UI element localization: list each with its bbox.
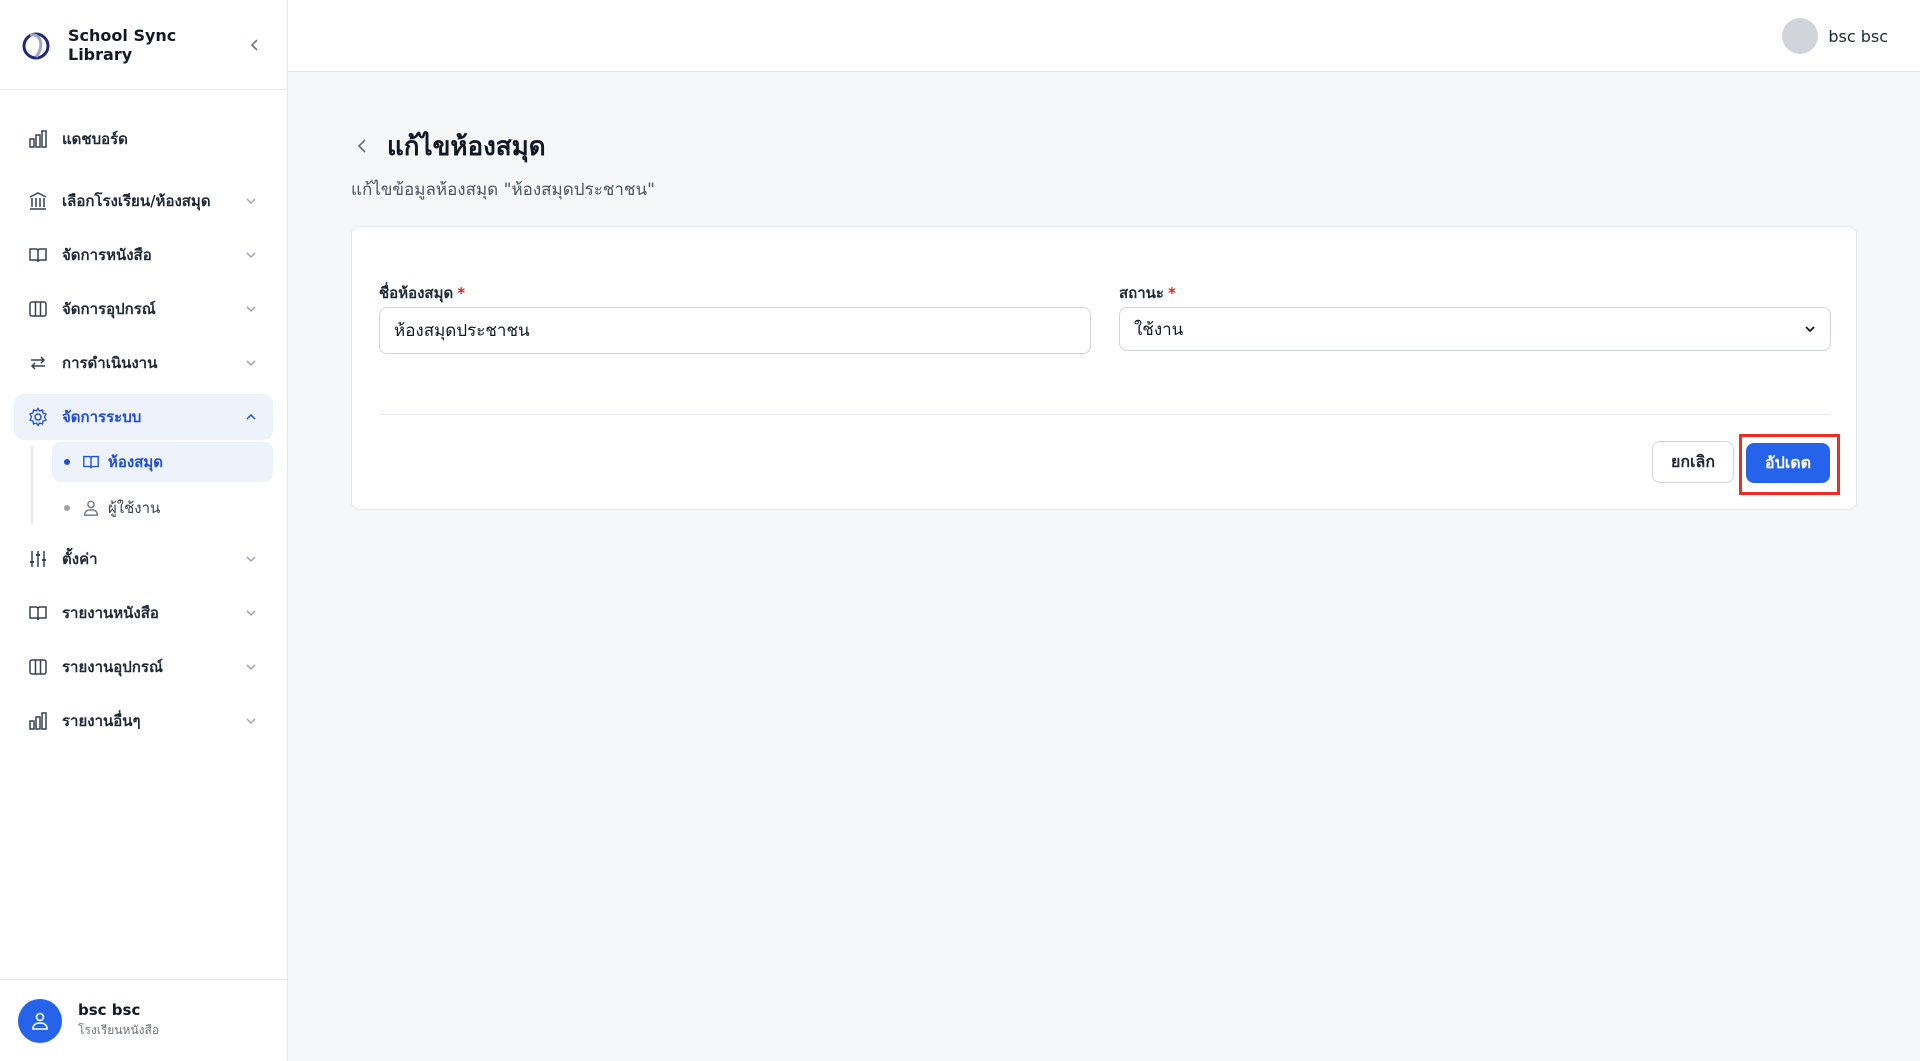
sidebar-item-label: รายงานหนังสือ	[62, 604, 159, 622]
book-open-icon	[82, 453, 100, 471]
book-open-icon	[28, 245, 48, 265]
sidebar-item-system-management[interactable]: จัดการระบบ	[14, 394, 273, 440]
sidebar-item-equipment-reports[interactable]: รายงานอุปกรณ์	[14, 644, 273, 690]
sidebar-item-label: รายงานอื่นๆ	[62, 712, 141, 730]
arrows-exchange-icon	[28, 353, 48, 373]
page-title: แก้ไขห้องสมุด	[387, 131, 546, 162]
sidebar-item-book-reports[interactable]: รายงานหนังสือ	[14, 590, 273, 636]
sidebar-user-profile[interactable]: bsc bsc โรงเรียนหนังสือ	[0, 979, 287, 1061]
sidebar-item-other-reports[interactable]: รายงานอื่นๆ	[14, 698, 273, 744]
brand-name: School Sync Library	[68, 25, 177, 64]
chevron-down-icon	[243, 713, 259, 729]
user-icon	[32, 1012, 48, 1030]
profile-name: bsc bsc	[78, 1001, 141, 1019]
chevron-down-icon	[243, 659, 259, 675]
status-label: สถานะ *	[1119, 284, 1176, 302]
system-management-subnav: ห้องสมุด ผู้ใช้งาน	[14, 442, 273, 528]
sidebar-item-label: การดำเนินงาน	[62, 354, 158, 372]
sidebar: School Sync Library แดชบอร์ด เลือกโรงเรี…	[0, 0, 288, 1061]
chevron-down-icon	[243, 193, 259, 209]
sidebar-item-dashboard[interactable]: แดชบอร์ด	[14, 116, 273, 162]
avatar	[1782, 18, 1819, 54]
avatar	[18, 998, 62, 1043]
sliders-icon	[28, 549, 48, 569]
building-icon	[28, 191, 48, 211]
sidebar-item-select-school[interactable]: เลือกโรงเรียน/ห้องสมุด	[14, 178, 273, 224]
chevron-left-icon	[357, 139, 366, 153]
sidebar-subitem-label: ผู้ใช้งาน	[108, 499, 161, 517]
status-select[interactable]: ใช้งาน	[1119, 307, 1831, 351]
sidebar-item-label: เลือกโรงเรียน/ห้องสมุด	[62, 192, 211, 210]
status-field: สถานะ * ใช้งาน	[1119, 281, 1831, 351]
sidebar-item-settings[interactable]: ตั้งค่า	[14, 536, 273, 582]
profile-organization: โรงเรียนหนังสือ	[78, 1023, 160, 1037]
required-mark: *	[1167, 284, 1176, 302]
sidebar-item-label: จัดการระบบ	[62, 408, 142, 426]
bar-chart-icon	[28, 711, 48, 731]
topbar: bsc bsc	[288, 0, 1920, 72]
user-name: bsc bsc	[1828, 26, 1888, 46]
chevron-down-icon	[243, 301, 259, 317]
form-divider	[379, 414, 1831, 415]
sidebar-item-manage-books[interactable]: จัดการหนังสือ	[14, 232, 273, 278]
page-subtitle: แก้ไขข้อมูลห้องสมุด "ห้องสมุดประชาชน"	[351, 180, 655, 200]
brand-logo	[22, 32, 50, 59]
chevron-down-icon	[243, 355, 259, 371]
library-name-input[interactable]: ห้องสมุดประชาชน	[379, 307, 1091, 354]
cancel-button[interactable]: ยกเลิก	[1652, 441, 1734, 483]
sidebar-item-manage-equipment[interactable]: จัดการอุปกรณ์	[14, 286, 273, 332]
chevron-down-icon	[243, 551, 259, 567]
back-button[interactable]	[351, 134, 375, 158]
sidebar-subitem-library[interactable]: ห้องสมุด	[52, 442, 273, 482]
bullet-dot-icon	[64, 459, 70, 465]
chevron-down-icon	[243, 605, 259, 621]
chevron-left-icon	[250, 38, 258, 51]
book-open-icon	[28, 603, 48, 623]
user-menu[interactable]: bsc bsc	[1782, 18, 1888, 54]
collapse-sidebar-button[interactable]	[243, 33, 267, 57]
sidebar-subitem-label: ห้องสมุด	[108, 453, 164, 471]
sidebar-item-label: จัดการอุปกรณ์	[62, 300, 156, 318]
chevron-down-icon	[243, 247, 259, 263]
sidebar-item-label: ตั้งค่า	[62, 550, 98, 568]
columns-icon	[28, 657, 48, 677]
required-mark: *	[457, 284, 466, 302]
sidebar-item-label: จัดการหนังสือ	[62, 246, 152, 264]
library-name-field: ชื่อห้องสมุด * ห้องสมุดประชาชน	[379, 281, 1091, 354]
sidebar-nav: แดชบอร์ด เลือกโรงเรียน/ห้องสมุด จัดการหน…	[0, 90, 287, 744]
sidebar-subitem-users[interactable]: ผู้ใช้งาน	[52, 488, 273, 528]
update-button[interactable]: อัปเดต	[1746, 443, 1830, 483]
chevron-down-icon	[1805, 326, 1815, 333]
status-select-value: ใช้งาน	[1134, 319, 1184, 340]
chevron-up-icon	[243, 409, 259, 425]
bullet-dot-icon	[64, 505, 70, 511]
bar-chart-icon	[28, 129, 48, 149]
brand-header: School Sync Library	[0, 0, 287, 90]
user-icon	[82, 499, 100, 517]
library-name-label: ชื่อห้องสมุด *	[379, 284, 466, 302]
edit-library-form: ชื่อห้องสมุด * ห้องสมุดประชาชน สถานะ * ใช้…	[351, 226, 1857, 510]
sidebar-item-label: รายงานอุปกรณ์	[62, 658, 163, 676]
sidebar-item-label: แดชบอร์ด	[62, 130, 128, 148]
page-header: แก้ไขห้องสมุด	[351, 128, 1857, 164]
sidebar-item-operations[interactable]: การดำเนินงาน	[14, 340, 273, 386]
gear-icon	[28, 407, 48, 427]
main-content: แก้ไขห้องสมุด แก้ไขข้อมูลห้องสมุด "ห้องส…	[351, 128, 1857, 510]
columns-icon	[28, 299, 48, 319]
